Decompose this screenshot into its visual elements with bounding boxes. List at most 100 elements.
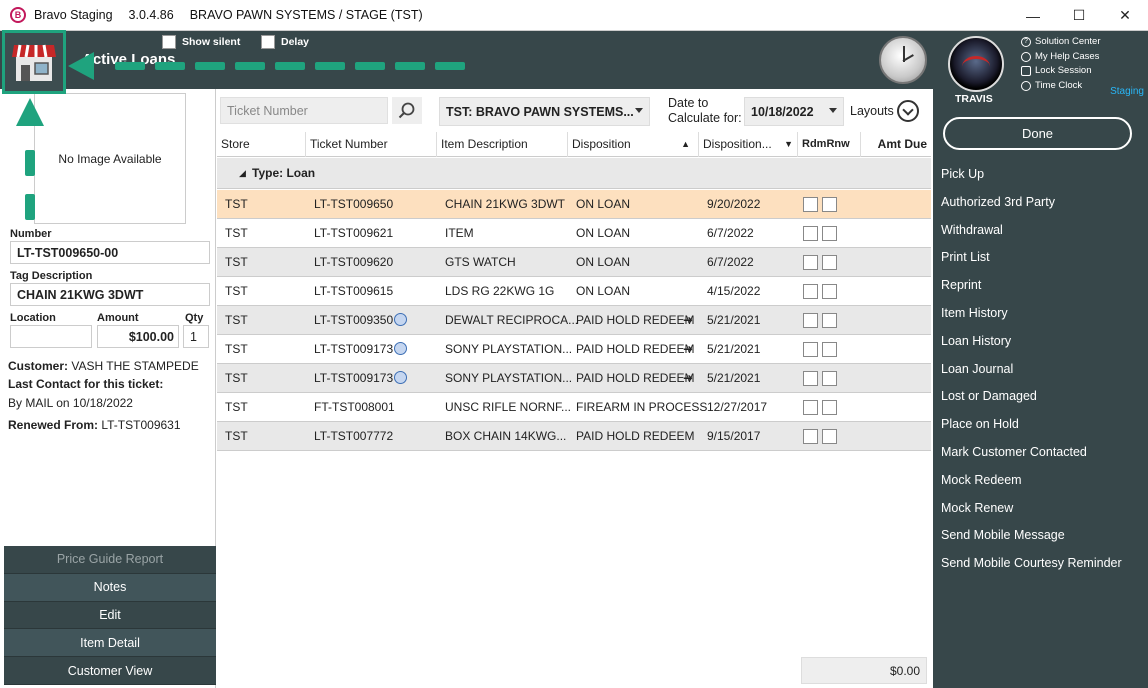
redeem-checkbox[interactable] bbox=[803, 429, 818, 444]
time-clock-link[interactable]: Time Clock bbox=[1021, 79, 1100, 94]
ticket-number-input[interactable]: Ticket Number bbox=[220, 97, 388, 124]
close-button[interactable]: ✕ bbox=[1102, 0, 1148, 31]
action-print-list[interactable]: Print List bbox=[941, 244, 1122, 272]
cell-ticket: LT-TST009650 bbox=[314, 197, 394, 211]
action-reprint[interactable]: Reprint bbox=[941, 272, 1122, 300]
cell-store: TST bbox=[225, 226, 248, 240]
solution-center-link[interactable]: ? Solution Center bbox=[1021, 35, 1100, 50]
table-row[interactable]: TST FT-TST008001 UNSC RIFLE NORNF... FIREAR… bbox=[217, 393, 931, 422]
action-mock-renew[interactable]: Mock Renew bbox=[941, 495, 1122, 523]
table-row[interactable]: TST LT-TST009173 SONY PLAYSTATION... PAID H… bbox=[217, 335, 931, 364]
action-place-on-hold[interactable]: Place on Hold bbox=[941, 411, 1122, 439]
delay-label: Delay bbox=[281, 36, 310, 48]
action-loan-journal[interactable]: Loan Journal bbox=[941, 356, 1122, 384]
cell-ticket: LT-TST009173 bbox=[314, 371, 394, 385]
redeem-checkbox[interactable] bbox=[803, 226, 818, 241]
action-withdrawal[interactable]: Withdrawal bbox=[941, 217, 1122, 245]
table-row[interactable]: TST LT-TST009621 ITEM ON LOAN 6/7/2022 bbox=[217, 219, 931, 248]
renew-checkbox[interactable] bbox=[822, 226, 837, 241]
customer-view-button[interactable]: Customer View bbox=[4, 657, 216, 685]
delay-checkbox[interactable] bbox=[261, 35, 275, 49]
col-store[interactable]: Store bbox=[217, 132, 306, 157]
renew-checkbox[interactable] bbox=[822, 313, 837, 328]
minimize-button[interactable]: — bbox=[1010, 0, 1056, 31]
redeem-checkbox[interactable] bbox=[803, 255, 818, 270]
collapse-icon[interactable]: ◢ bbox=[239, 158, 246, 189]
clock-icon bbox=[879, 36, 927, 84]
action-send-mobile-courtesy-reminder[interactable]: Send Mobile Courtesy Reminder bbox=[941, 550, 1122, 578]
cell-store: TST bbox=[225, 429, 248, 443]
annotation-dash bbox=[395, 62, 425, 70]
amount-field[interactable]: $100.00 bbox=[97, 325, 179, 348]
action-mock-redeem[interactable]: Mock Redeem bbox=[941, 467, 1122, 495]
annotation-dash bbox=[115, 62, 145, 70]
col-amt-due[interactable]: Amt Due bbox=[861, 132, 931, 157]
layouts-label[interactable]: Layouts bbox=[850, 104, 894, 118]
renewed-ticket: LT-TST009631 bbox=[101, 418, 181, 432]
group-header[interactable]: ◢ Type: Loan bbox=[217, 158, 931, 189]
col-item-description[interactable]: Item Description bbox=[437, 132, 568, 157]
renew-checkbox[interactable] bbox=[822, 342, 837, 357]
qty-field[interactable]: 1 bbox=[183, 325, 209, 348]
table-row[interactable]: TST LT-TST009173 SONY PLAYSTATION... PAID H… bbox=[217, 364, 931, 393]
number-field[interactable]: LT-TST009650-00 bbox=[10, 241, 210, 264]
show-silent-checkbox[interactable] bbox=[162, 35, 176, 49]
renew-checkbox[interactable] bbox=[822, 284, 837, 299]
notes-button[interactable]: Notes bbox=[4, 573, 216, 602]
table-row[interactable]: TST LT-TST009350 DEWALT RECIPROCA... PAID H… bbox=[217, 306, 931, 335]
redeem-checkbox[interactable] bbox=[803, 284, 818, 299]
tag-description-field[interactable]: CHAIN 21KWG 3DWT bbox=[10, 283, 210, 306]
cell-disposition-date: 12/27/2017 bbox=[707, 400, 768, 414]
edit-button[interactable]: Edit bbox=[4, 601, 216, 630]
renew-checkbox[interactable] bbox=[822, 255, 837, 270]
my-help-cases-link[interactable]: My Help Cases bbox=[1021, 50, 1100, 65]
chevron-circle-down-icon[interactable] bbox=[897, 100, 919, 122]
redeem-checkbox[interactable] bbox=[803, 313, 818, 328]
action-item-history[interactable]: Item History bbox=[941, 300, 1122, 328]
renew-checkbox[interactable] bbox=[822, 371, 837, 386]
arrow-right-icon: ➜ bbox=[683, 342, 694, 356]
maximize-button[interactable]: ☐ bbox=[1056, 0, 1102, 31]
cell-store: TST bbox=[225, 197, 248, 211]
store-select[interactable]: TST: BRAVO PAWN SYSTEMS... bbox=[439, 97, 650, 126]
action-lost-or-damaged[interactable]: Lost or Damaged bbox=[941, 383, 1122, 411]
date-select[interactable]: 10/18/2022 bbox=[744, 97, 844, 126]
item-detail-button[interactable]: Item Detail bbox=[4, 629, 216, 658]
price-guide-report-button[interactable]: Price Guide Report bbox=[4, 546, 216, 574]
table-row[interactable]: TST LT-TST009650 CHAIN 21KWG 3DWT ON LOAN 9/… bbox=[217, 190, 931, 219]
action-loan-history[interactable]: Loan History bbox=[941, 328, 1122, 356]
show-silent-toggle[interactable]: Show silent bbox=[162, 35, 240, 49]
delay-toggle[interactable]: Delay bbox=[261, 35, 309, 49]
store-menu-button[interactable] bbox=[2, 30, 66, 94]
storefront-icon bbox=[12, 44, 56, 81]
col-disposition-date[interactable]: Disposition... ▼ bbox=[699, 132, 798, 157]
table-row[interactable]: TST LT-TST009615 LDS RG 22KWG 1G ON LOAN 4/1… bbox=[217, 277, 931, 306]
redeem-checkbox[interactable] bbox=[803, 197, 818, 212]
redeem-checkbox[interactable] bbox=[803, 371, 818, 386]
cell-description: CHAIN 21KWG 3DWT bbox=[445, 197, 566, 211]
table-row[interactable]: TST LT-TST009620 GTS WATCH ON LOAN 6/7/2022 bbox=[217, 248, 931, 277]
filter-down-icon: ▼ bbox=[784, 139, 793, 149]
redeem-checkbox[interactable] bbox=[803, 400, 818, 415]
search-button[interactable] bbox=[392, 97, 422, 124]
action-pick-up[interactable]: Pick Up bbox=[941, 161, 1122, 189]
col-ticket-number[interactable]: Ticket Number bbox=[306, 132, 437, 157]
renew-checkbox[interactable] bbox=[822, 400, 837, 415]
action-mark-customer-contacted[interactable]: Mark Customer Contacted bbox=[941, 439, 1122, 467]
action-authorized-3rd-party[interactable]: Authorized 3rd Party bbox=[941, 189, 1122, 217]
lock-session-link[interactable]: Lock Session bbox=[1021, 64, 1100, 79]
done-button[interactable]: Done bbox=[943, 117, 1132, 150]
renew-checkbox[interactable] bbox=[822, 197, 837, 212]
avatar[interactable] bbox=[948, 36, 1004, 92]
action-send-mobile-message[interactable]: Send Mobile Message bbox=[941, 522, 1122, 550]
redeem-checkbox[interactable] bbox=[803, 342, 818, 357]
annotation-dash bbox=[195, 62, 225, 70]
date-value: 10/18/2022 bbox=[751, 104, 814, 119]
annotation-dash bbox=[25, 150, 35, 176]
col-rdm-rnw[interactable]: RdmRnw bbox=[798, 132, 861, 157]
item-image: No Image Available bbox=[34, 93, 186, 224]
col-disposition[interactable]: Disposition ▲ bbox=[568, 132, 699, 157]
renew-checkbox[interactable] bbox=[822, 429, 837, 444]
table-row[interactable]: TST LT-TST007772 BOX CHAIN 14KWG... PAID HO… bbox=[217, 422, 931, 451]
location-field[interactable] bbox=[10, 325, 92, 348]
